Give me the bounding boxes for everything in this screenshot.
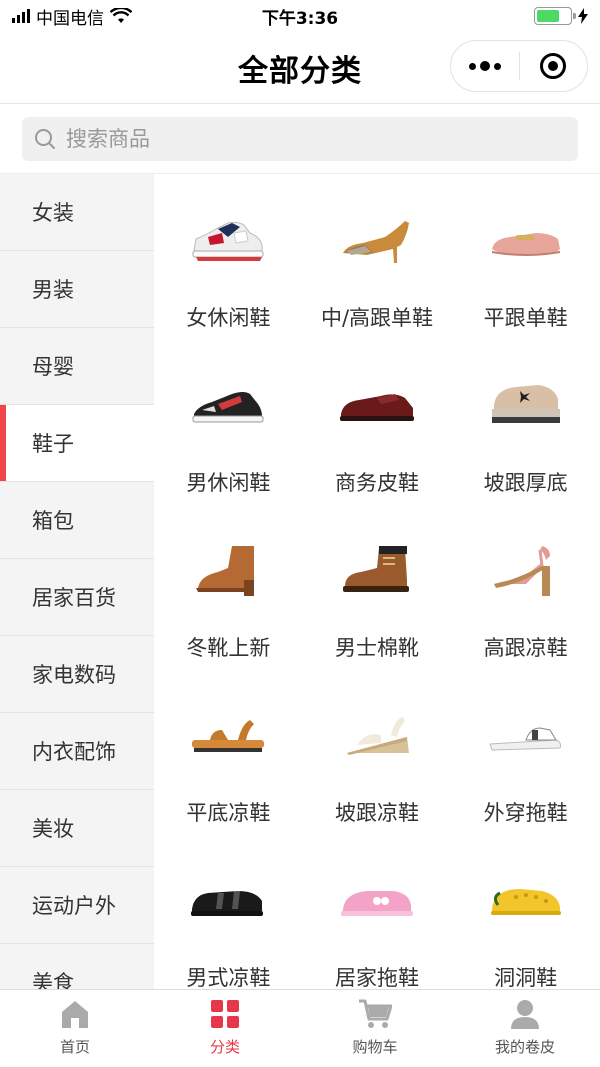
sidebar-item-bags[interactable]: 箱包 <box>0 482 154 559</box>
subcategory-item[interactable]: 男士棉靴 <box>303 530 452 695</box>
womens-sneaker-icon <box>192 221 264 261</box>
subcategory-item[interactable]: 居家拖鞋 <box>303 860 452 989</box>
subcategory-label: 洞洞鞋 <box>494 966 558 989</box>
page-title: 全部分类 <box>238 53 362 89</box>
target-close-icon <box>540 53 567 79</box>
clog-icon <box>490 889 561 915</box>
category-sidebar: 女装 男装 母婴 鞋子 箱包 居家百货 家电数码 内衣配饰 美妆 运动户外 美食 <box>0 174 154 989</box>
home-slipper-icon <box>340 891 413 916</box>
sidebar-item-mens-clothing[interactable]: 男装 <box>0 251 154 328</box>
subcategory-item[interactable]: 商务皮鞋 <box>303 365 452 530</box>
tab-label: 购物车 <box>352 1038 398 1056</box>
subcategory-item[interactable]: 男休闲鞋 <box>154 365 303 530</box>
mule-slipper-icon <box>488 727 561 751</box>
signal-icon <box>12 9 30 23</box>
user-icon <box>511 1000 539 1029</box>
sidebar-item-underwear[interactable]: 内衣配饰 <box>0 713 154 790</box>
sidebar-item-shoes[interactable]: 鞋子 <box>0 405 154 482</box>
subcategory-item[interactable]: 冬靴上新 <box>154 530 303 695</box>
subcategory-item[interactable]: 高跟凉鞋 <box>451 530 600 695</box>
sidebar-item-sports[interactable]: 运动户外 <box>0 867 154 944</box>
nav-bar: 全部分类 <box>0 32 600 104</box>
carrier-label: 中国电信 <box>36 8 104 29</box>
heeled-sandal-icon <box>493 546 550 596</box>
subcategory-item[interactable]: 平底凉鞋 <box>154 695 303 860</box>
wedge-sandal-icon <box>346 717 409 755</box>
subcategory-item[interactable]: 坡跟厚底 <box>451 365 600 530</box>
platform-shoe-icon <box>491 385 560 423</box>
wifi-icon <box>110 8 132 23</box>
subcategory-item[interactable]: 外穿拖鞋 <box>451 695 600 860</box>
subcategory-item[interactable]: 平跟单鞋 <box>451 200 600 365</box>
sidebar-item-baby[interactable]: 母婴 <box>0 328 154 405</box>
tab-label: 首页 <box>59 1038 90 1056</box>
sidebar-item-electronics[interactable]: 家电数码 <box>0 636 154 713</box>
subcategory-item[interactable]: 男式凉鞋 <box>154 860 303 989</box>
subcategory-label: 坡跟凉鞋 <box>334 801 419 825</box>
sidebar-item-womens-clothing[interactable]: 女装 <box>0 174 154 251</box>
subcategory-label: 居家拖鞋 <box>334 966 419 989</box>
flat-loafer-icon <box>491 233 560 256</box>
subcategory-item[interactable]: 坡跟凉鞋 <box>303 695 452 860</box>
work-boot-icon <box>342 546 409 592</box>
miniprogram-capsule <box>450 40 588 92</box>
flat-sandal-icon <box>192 720 265 752</box>
subcategory-label: 男休闲鞋 <box>186 471 271 495</box>
subcategory-item[interactable]: 中/高跟单鞋 <box>303 200 452 365</box>
subcategory-label: 女休闲鞋 <box>186 306 271 330</box>
subcategory-label: 高跟凉鞋 <box>483 636 568 660</box>
more-dots-icon <box>468 61 501 71</box>
tab-profile[interactable]: 我的卷皮 <box>450 990 600 1067</box>
subcategory-item[interactable]: 洞洞鞋 <box>451 860 600 989</box>
subcategory-label: 男士棉靴 <box>334 636 419 660</box>
ankle-boot-icon <box>196 546 255 596</box>
home-icon <box>62 1001 88 1028</box>
oxford-shoe-icon <box>339 394 414 421</box>
charging-icon <box>578 8 588 24</box>
category-content: 女休闲鞋 中/高跟单鞋 平跟单鞋 男休闲鞋 商务皮鞋 坡跟厚底 冬靴上新 男士棉… <box>154 174 600 989</box>
tab-home[interactable]: 首页 <box>0 990 150 1067</box>
sidebar-item-home-goods[interactable]: 居家百货 <box>0 559 154 636</box>
tab-cart[interactable]: 购物车 <box>300 990 450 1067</box>
subcategory-label: 坡跟厚底 <box>483 471 568 495</box>
high-heel-pump-icon <box>342 221 409 263</box>
subcategory-grid: 女休闲鞋 中/高跟单鞋 平跟单鞋 男休闲鞋 商务皮鞋 坡跟厚底 冬靴上新 男士棉… <box>154 174 600 989</box>
battery-icon <box>534 7 576 25</box>
cart-icon <box>359 999 392 1028</box>
subcategory-label: 中/高跟单鞋 <box>320 306 434 330</box>
search-icon <box>35 129 55 149</box>
tab-label: 我的卷皮 <box>494 1038 555 1056</box>
mens-sneaker-icon <box>192 392 264 423</box>
tab-label: 分类 <box>209 1038 240 1056</box>
tab-bar: 首页 分类 购物车 我的卷皮 <box>0 989 600 1067</box>
sidebar-item-food[interactable]: 美食 <box>0 944 154 989</box>
sidebar-item-beauty[interactable]: 美妆 <box>0 790 154 867</box>
subcategory-label: 平底凉鞋 <box>186 801 271 825</box>
more-button[interactable] <box>451 41 519 91</box>
tab-category[interactable]: 分类 <box>150 990 300 1067</box>
subcategory-label: 商务皮鞋 <box>334 471 419 495</box>
close-miniprogram-button[interactable] <box>520 41 588 91</box>
search-input[interactable] <box>66 127 546 151</box>
search-bar <box>0 104 600 174</box>
subcategory-label: 冬靴上新 <box>186 636 271 660</box>
subcategory-item[interactable]: 女休闲鞋 <box>154 200 303 365</box>
category-grid-icon <box>211 1000 239 1028</box>
status-bar: 中国电信 下午3:36 <box>0 0 600 32</box>
subcategory-label: 平跟单鞋 <box>483 306 568 330</box>
subcategory-label: 外穿拖鞋 <box>483 801 568 825</box>
search-box[interactable] <box>22 117 578 161</box>
mens-sandal-icon <box>191 891 264 916</box>
subcategory-label: 男式凉鞋 <box>186 966 271 989</box>
